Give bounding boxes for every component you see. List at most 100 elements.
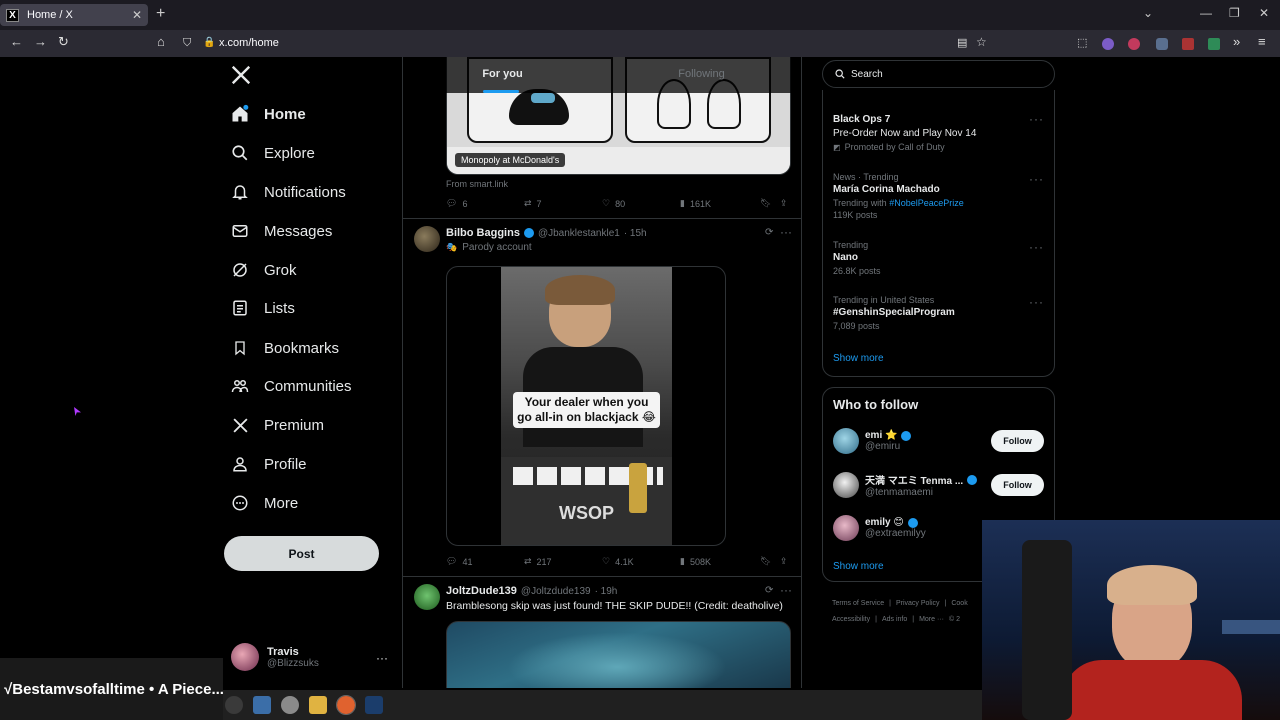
account-switcher[interactable]: Travis @Blizzsuks xyxy=(231,643,319,671)
views-button[interactable]: ▮ 161K xyxy=(680,198,760,209)
tweet-author-handle[interactable]: @Jbanklestankle1 xyxy=(538,228,620,239)
terms-link[interactable]: Terms of Service xyxy=(832,600,884,607)
nav-item-notifications[interactable]: Notifications xyxy=(230,177,346,207)
app-icon[interactable] xyxy=(281,696,299,714)
post-button[interactable]: Post xyxy=(224,536,379,571)
grok-explain-icon[interactable]: ⟳ xyxy=(765,585,773,596)
tweet-author-handle[interactable]: @Joltzdude139 xyxy=(521,586,591,597)
trend-item[interactable]: Trending Nano 26.8K posts xyxy=(833,240,881,276)
tab-following[interactable]: Following xyxy=(602,57,801,93)
trend-more-icon[interactable]: ··· xyxy=(1029,112,1044,126)
trends-show-more[interactable]: Show more xyxy=(833,353,884,364)
follow-button[interactable]: Follow xyxy=(991,474,1044,496)
lock-icon[interactable]: 🔒 xyxy=(203,37,215,48)
nav-item-messages[interactable]: Messages xyxy=(230,216,332,246)
nav-item-grok[interactable]: Grok xyxy=(230,255,297,285)
account-name: Travis xyxy=(267,645,299,658)
media-player-icon[interactable] xyxy=(225,696,243,714)
avatar[interactable] xyxy=(414,226,440,252)
extension-icon[interactable] xyxy=(1156,38,1168,50)
tab-for-you[interactable]: For you xyxy=(403,57,602,93)
accessibility-link[interactable]: Accessibility xyxy=(832,616,870,623)
tweet-video[interactable]: WSOP Your dealer when you go all-in on b… xyxy=(446,266,726,546)
who-to-follow-show-more[interactable]: Show more xyxy=(833,561,884,572)
like-button[interactable]: ♡ 80 xyxy=(602,198,680,209)
tweet-author-name[interactable]: JoltzDude139 xyxy=(446,585,517,597)
reload-icon[interactable]: ↻ xyxy=(58,34,69,50)
avatar[interactable] xyxy=(414,584,440,610)
share-icon[interactable]: ⇪ xyxy=(780,198,788,209)
minimize-icon[interactable]: — xyxy=(1200,6,1212,20)
follow-suggestion[interactable]: 天満 マエミ Tenma ... @tenmamaemi xyxy=(833,472,978,498)
follow-suggestion[interactable]: emily 😊 @extraemilyy xyxy=(833,515,926,541)
window-close-icon[interactable]: ✕ xyxy=(1259,6,1269,20)
hamburger-menu-icon[interactable]: ≡ xyxy=(1258,34,1266,49)
tweet-time[interactable]: · 19h xyxy=(595,586,618,597)
tweet-more-icon[interactable]: ··· xyxy=(780,583,792,597)
firefox-icon[interactable] xyxy=(336,695,356,715)
extension-icon[interactable] xyxy=(1182,38,1194,50)
trend-more-icon[interactable]: ··· xyxy=(1029,240,1044,254)
tweet-media[interactable] xyxy=(446,621,791,688)
repost-button[interactable]: ⇄ 7 xyxy=(524,198,602,209)
grok-explain-icon[interactable]: ⟳ xyxy=(765,227,773,238)
folder-icon[interactable] xyxy=(309,696,327,714)
browser-tab[interactable]: X Home / X ✕ xyxy=(0,4,148,26)
ad-source[interactable]: From smart.link xyxy=(446,179,508,189)
nav-item-bookmarks[interactable]: Bookmarks xyxy=(230,333,339,363)
trend-item[interactable]: Black Ops 7 Pre-Order Now and Play Nov 1… xyxy=(833,112,976,152)
search-box[interactable]: Search xyxy=(822,60,1055,88)
privacy-link[interactable]: Privacy Policy xyxy=(896,600,940,607)
bookmark-icon[interactable]: 🔖︎ xyxy=(760,198,780,209)
repost-button[interactable]: ⇄ 217 xyxy=(524,556,602,567)
url-bar[interactable]: x.com/home xyxy=(219,37,279,49)
bookmark-icon[interactable]: 🔖︎ xyxy=(760,556,780,567)
trend-item[interactable]: News · Trending María Corina Machado Tre… xyxy=(833,172,964,220)
divider xyxy=(403,218,801,219)
footer-more-link[interactable]: More ··· xyxy=(919,616,944,623)
share-icon[interactable]: ⇪ xyxy=(780,556,788,567)
restore-icon[interactable]: ❐ xyxy=(1229,6,1240,20)
star-bookmark-icon[interactable]: ☆ xyxy=(976,35,987,49)
reply-button[interactable]: 💬︎ 6 xyxy=(446,198,524,209)
trend-more-icon[interactable]: ··· xyxy=(1029,295,1044,309)
follow-suggestion[interactable]: emi ⭐ @emiru xyxy=(833,428,912,454)
app-window-icon[interactable] xyxy=(253,696,271,714)
tweet-more-icon[interactable]: ··· xyxy=(780,225,792,239)
nav-item-more[interactable]: More xyxy=(230,488,298,518)
extension-icon[interactable] xyxy=(1208,38,1220,50)
tweet-author-name[interactable]: Bilbo Baggins xyxy=(446,227,520,239)
nav-item-lists[interactable]: Lists xyxy=(230,293,295,323)
cookie-link[interactable]: Cook xyxy=(951,600,967,607)
forward-icon[interactable]: → xyxy=(34,34,47,49)
extension-icon[interactable] xyxy=(1102,38,1114,50)
reply-button[interactable]: 💬︎ 41 xyxy=(446,556,524,567)
account-more-icon[interactable]: ··· xyxy=(376,651,388,665)
nav-item-profile[interactable]: Profile xyxy=(230,449,307,479)
nav-item-home[interactable]: Home xyxy=(230,99,306,129)
close-tab-icon[interactable]: ✕ xyxy=(132,8,142,22)
trend-item[interactable]: Trending in United States #GenshinSpecia… xyxy=(833,295,955,331)
home-browser-icon[interactable]: ⌂ xyxy=(157,34,165,49)
nav-item-label: Premium xyxy=(264,416,325,434)
overflow-chevrons-icon[interactable]: » xyxy=(1233,34,1240,49)
extension-icon[interactable] xyxy=(1128,38,1140,50)
back-icon[interactable]: ← xyxy=(10,34,23,49)
extensions-icon[interactable]: ⬚ xyxy=(1077,36,1087,49)
shield-icon[interactable]: ⛉ xyxy=(183,37,191,50)
nav-item-communities[interactable]: Communities xyxy=(230,371,352,401)
like-button[interactable]: ♡ 4.1K xyxy=(602,556,680,567)
views-button[interactable]: ▮ 508K xyxy=(680,556,760,567)
steam-icon[interactable] xyxy=(365,696,383,714)
new-tab-icon[interactable]: + xyxy=(156,5,165,23)
trend-more-icon[interactable]: ··· xyxy=(1029,172,1044,186)
nav-item-explore[interactable]: Explore xyxy=(230,138,315,168)
trend-hashtag[interactable]: #NobelPeacePrize xyxy=(889,198,964,208)
tab-list-chevron-icon[interactable]: ⌄ xyxy=(1143,6,1153,20)
reader-view-icon[interactable]: ▤ xyxy=(957,36,967,49)
follow-button[interactable]: Follow xyxy=(991,430,1044,452)
x-logo-icon[interactable] xyxy=(230,64,252,86)
tweet-time[interactable]: · 15h xyxy=(624,228,647,239)
ads-info-link[interactable]: Ads info xyxy=(882,616,907,623)
nav-item-premium[interactable]: Premium xyxy=(230,410,324,440)
